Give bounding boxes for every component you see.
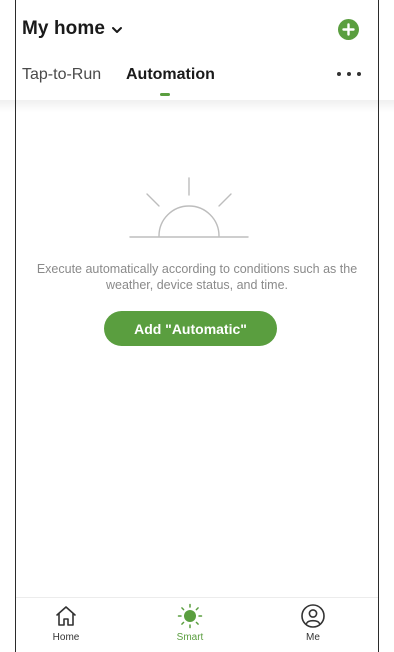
- bottom-nav-divider: [16, 597, 378, 598]
- app-screen: My home Tap-to-Run Automation Execute au…: [0, 0, 394, 652]
- nav-label-smart: Smart: [176, 632, 204, 643]
- header: My home: [16, 0, 378, 58]
- plus-circle-icon: [342, 23, 355, 36]
- home-title: My home: [22, 18, 106, 39]
- tab-tap-to-run[interactable]: Tap-to-Run: [22, 66, 101, 84]
- sunrise-icon: [129, 177, 249, 238]
- add-automatic-button[interactable]: Add "Automatic": [104, 311, 277, 346]
- tab-automation[interactable]: Automation: [126, 66, 215, 84]
- nav-item-home[interactable]: Home: [36, 603, 96, 643]
- user-icon: [301, 604, 325, 628]
- nav-item-me[interactable]: Me: [283, 603, 343, 643]
- frame-right-border: [378, 0, 379, 652]
- add-button[interactable]: [338, 19, 359, 40]
- active-tab-indicator: [160, 93, 170, 96]
- tabs-shadow: [0, 100, 394, 112]
- more-options-button[interactable]: [337, 64, 361, 84]
- nav-item-smart[interactable]: Smart: [160, 603, 220, 643]
- home-icon: [56, 606, 76, 626]
- more-horizontal-icon: [337, 72, 341, 76]
- empty-state-message: Execute automatically according to condi…: [36, 262, 358, 292]
- tab-bar: Tap-to-Run Automation: [16, 62, 378, 98]
- nav-label-me: Me: [306, 632, 320, 643]
- chevron-down-icon: [112, 27, 123, 33]
- home-selector[interactable]: My home: [22, 18, 123, 40]
- sun-icon: [177, 603, 203, 629]
- nav-label-home: Home: [52, 632, 80, 643]
